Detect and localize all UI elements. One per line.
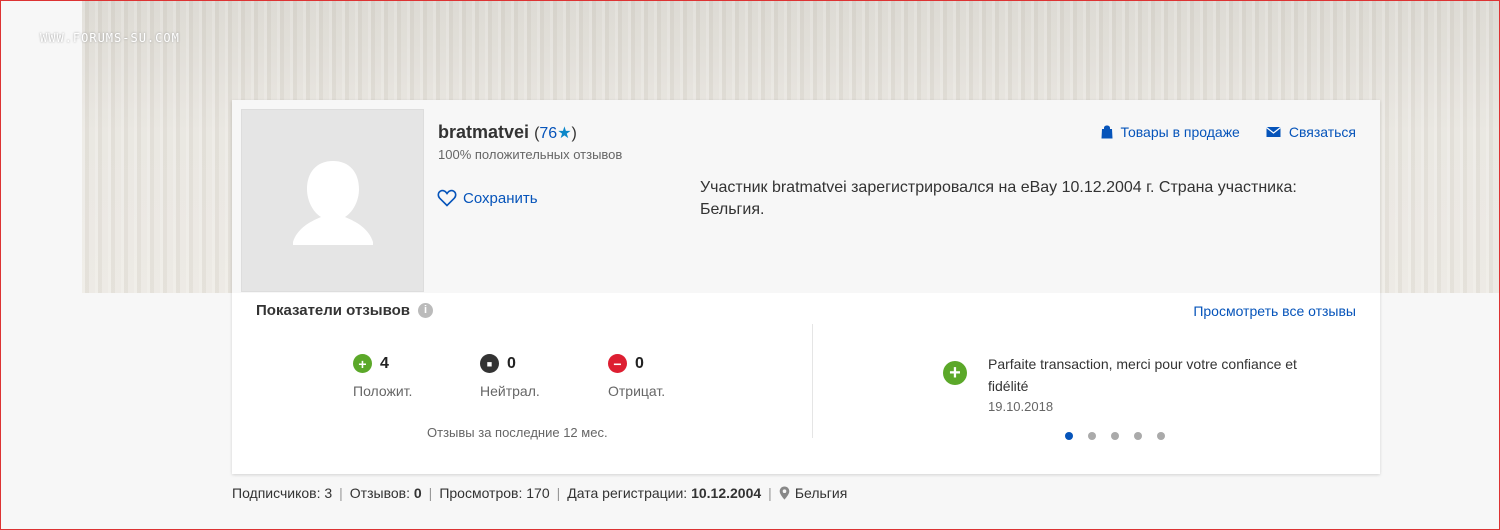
positive-count-label: Положит. — [353, 383, 413, 399]
separator: | — [339, 485, 343, 501]
avatar — [241, 109, 424, 292]
positive-count-value: 4 — [380, 354, 389, 372]
review-date: 19.10.2018 — [988, 399, 1054, 414]
negative-count-label: Отрицат. — [608, 383, 666, 399]
items-for-sale-label: Товары в продаже — [1120, 124, 1240, 140]
positive-feedback-percent: 100% положительных отзывов — [438, 147, 623, 162]
divider — [812, 324, 813, 438]
reviews-stat: Отзывов: 0 — [349, 485, 422, 501]
username[interactable]: bratmatvei — [438, 122, 529, 142]
shopping-bag-icon — [1101, 125, 1113, 139]
feedback-score[interactable]: (76★) — [534, 125, 577, 142]
views-stat: Просмотров: 170 — [439, 485, 550, 501]
profile-actions: Товары в продаже Связаться — [1101, 124, 1356, 140]
review-carousel-dots — [1065, 432, 1165, 440]
neutral-icon: ■ — [480, 354, 499, 373]
star-icon: ★ — [557, 125, 572, 142]
location-pin-icon — [779, 486, 790, 500]
registration-info: Участник bratmatvei зарегистрировался на… — [700, 179, 1297, 218]
contact-link[interactable]: Связаться — [1265, 124, 1356, 140]
neutral-count[interactable]: ■ 0 Нейтрал. — [480, 354, 580, 399]
items-for-sale-link[interactable]: Товары в продаже — [1101, 124, 1240, 140]
carousel-dot[interactable] — [1065, 432, 1073, 440]
carousel-dot[interactable] — [1157, 432, 1165, 440]
carousel-dot[interactable] — [1134, 432, 1142, 440]
neutral-count-label: Нейтрал. — [480, 383, 540, 399]
save-label: Сохранить — [463, 189, 538, 207]
plus-icon: + — [353, 354, 372, 373]
positive-count[interactable]: + 4 Положит. — [353, 354, 453, 399]
neutral-count-value: 0 — [507, 354, 516, 372]
profile-card: bratmatvei (76★) 100% положительных отзы… — [232, 100, 1380, 474]
minus-icon: − — [608, 354, 627, 373]
separator: | — [556, 485, 561, 501]
contact-label: Связаться — [1288, 124, 1356, 140]
feedback-period-label: Отзывы за последние 12 мес. — [427, 425, 608, 440]
watermark: WWW.FORUMS-SU.COM — [40, 31, 180, 45]
registration-date-stat: Дата регистрации: 10.12.2004 — [567, 485, 762, 501]
negative-count-value: 0 — [635, 354, 644, 372]
heart-icon — [437, 189, 457, 207]
positive-review-icon: + — [943, 361, 967, 385]
user-silhouette-icon — [293, 161, 373, 245]
negative-count[interactable]: − 0 Отрицат. — [608, 354, 708, 399]
carousel-dot[interactable] — [1088, 432, 1096, 440]
feedback-metrics-title: Показатели отзывов i — [256, 302, 433, 319]
profile-stats-bar: Подписчиков: 3 | Отзывов: 0 | Просмотров… — [232, 485, 847, 501]
separator: | — [768, 485, 772, 501]
country: Бельгия — [794, 485, 848, 501]
feedback-metrics-title-text: Показатели отзывов — [256, 302, 410, 319]
review-text: Parfaite transaction, merci pour votre c… — [988, 356, 1297, 394]
envelope-icon — [1265, 127, 1281, 137]
carousel-dot[interactable] — [1111, 432, 1119, 440]
info-icon[interactable]: i — [418, 303, 433, 318]
followers-stat: Подписчиков: 3 — [232, 485, 333, 501]
separator: | — [428, 485, 433, 501]
view-all-feedback-link[interactable]: Просмотреть все отзывы — [1193, 303, 1356, 319]
profile-header: bratmatvei (76★) 100% положительных отзы… — [232, 100, 1380, 293]
save-seller-button[interactable]: Сохранить — [437, 189, 538, 207]
username-line: bratmatvei (76★) — [438, 122, 577, 143]
